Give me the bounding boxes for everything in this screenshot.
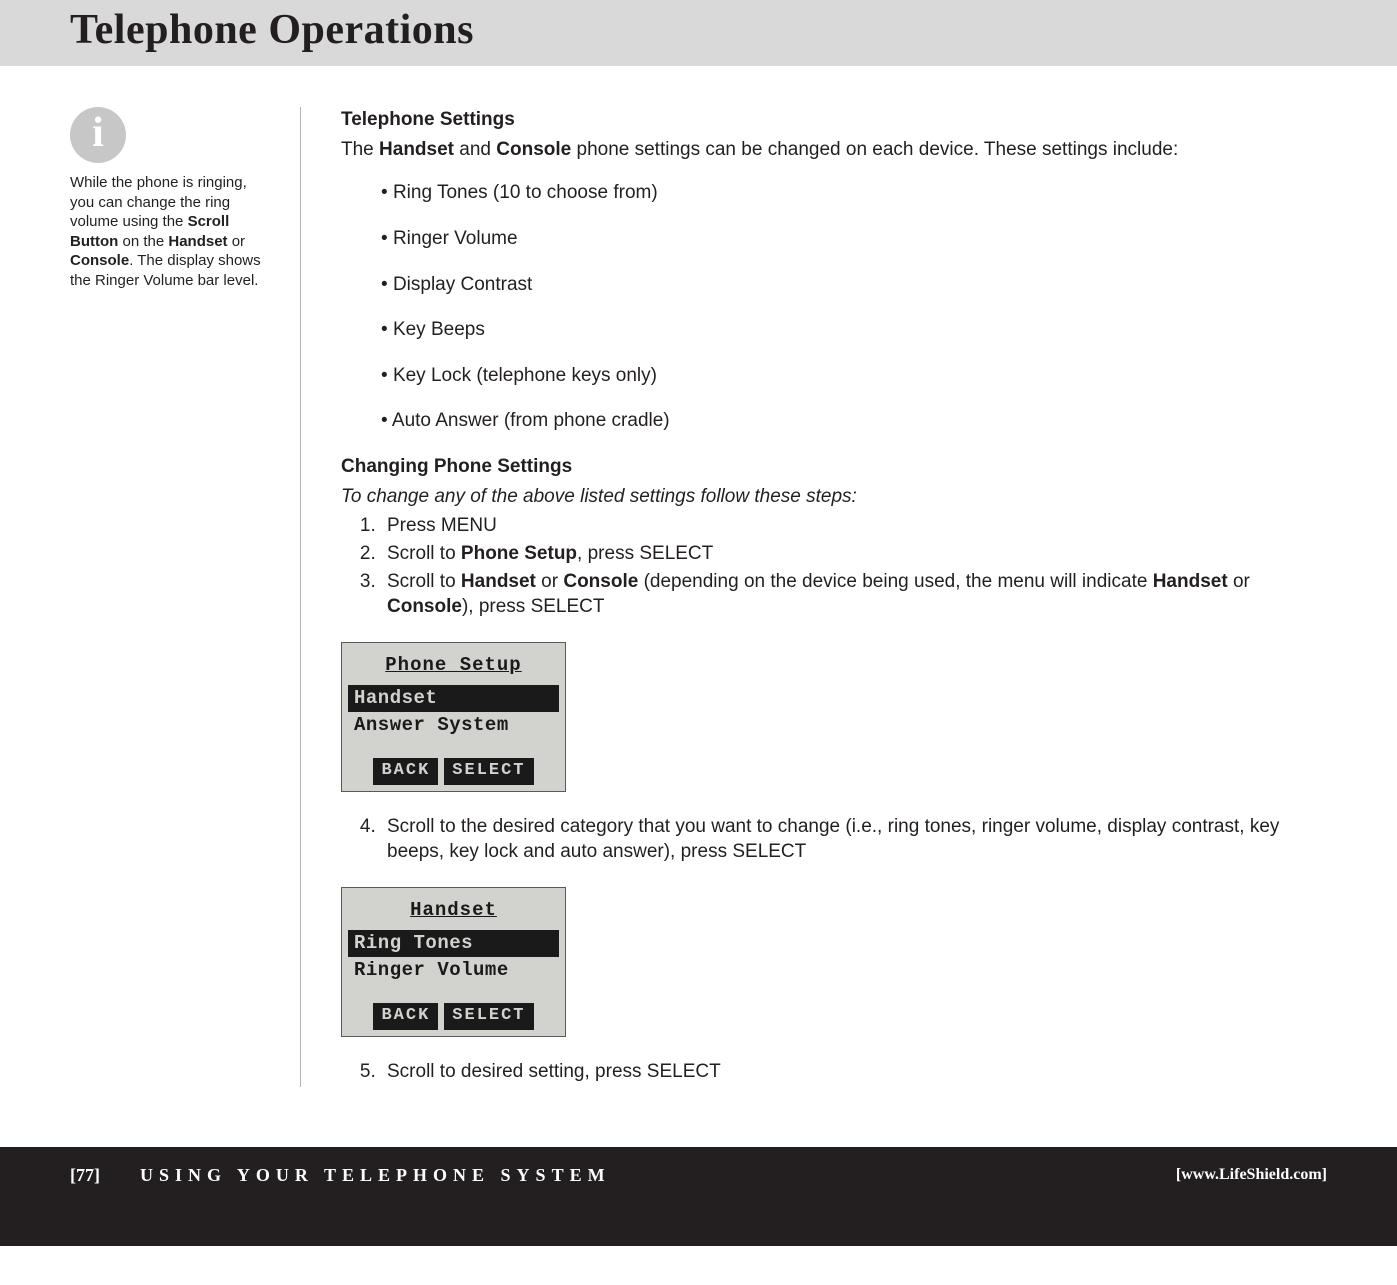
lcd-select-button: SELECT <box>444 758 533 785</box>
settings-bullet-list: Ring Tones (10 to choose from) Ringer Vo… <box>381 180 1327 434</box>
page-body: i While the phone is ringing, you can ch… <box>0 67 1397 1147</box>
step-bold: Phone Setup <box>461 543 577 564</box>
footer-url: [www.LifeShield.com] <box>1176 1166 1327 1184</box>
tip-bold: Handset <box>168 233 227 250</box>
intro-part: The <box>341 139 379 160</box>
step-item: Scroll to Phone Setup, press SELECT <box>381 541 1327 567</box>
intro-bold: Handset <box>379 139 454 160</box>
bullet-item: Display Contrast <box>381 272 1327 298</box>
step-part: ), press SELECT <box>462 596 605 617</box>
step-item: Press MENU <box>381 513 1327 539</box>
step-item: Scroll to desired setting, press SELECT <box>381 1059 1327 1085</box>
intro-part: and <box>454 139 496 160</box>
lcd-select-button: SELECT <box>444 1003 533 1030</box>
lcd-title: Handset <box>348 898 559 924</box>
lcd-softkeys: BACK SELECT <box>348 1003 559 1030</box>
step-part: (depending on the device being used, the… <box>638 571 1152 592</box>
step-item: Scroll to Handset or Console (depending … <box>381 569 1327 620</box>
lcd-row: Ringer Volume <box>348 957 559 985</box>
sidebar-tip: i While the phone is ringing, you can ch… <box>70 107 300 1087</box>
step-part: Scroll to <box>387 543 461 564</box>
tip-text-part: on the <box>118 233 168 250</box>
intro-part: phone settings can be changed on each de… <box>571 139 1178 160</box>
lcd-back-button: BACK <box>373 758 438 785</box>
step-part: or <box>536 571 563 592</box>
steps-list-2: Scroll to the desired category that you … <box>363 814 1327 865</box>
lcd-row-selected: Handset <box>348 685 559 713</box>
settings-heading: Telephone Settings <box>341 107 1327 133</box>
bullet-item: Key Lock (telephone keys only) <box>381 363 1327 389</box>
footer-title: USING YOUR TELEPHONE SYSTEM <box>140 1165 1176 1186</box>
steps-list-3: Scroll to desired setting, press SELECT <box>363 1059 1327 1085</box>
step-item: Scroll to the desired category that you … <box>381 814 1327 865</box>
page-footer: [77] USING YOUR TELEPHONE SYSTEM [www.Li… <box>0 1147 1397 1246</box>
step-bold: Handset <box>1153 571 1228 592</box>
step-bold: Console <box>563 571 638 592</box>
page-header: Telephone Operations <box>0 0 1397 67</box>
lcd-back-button: BACK <box>373 1003 438 1030</box>
changing-lead: To change any of the above listed settin… <box>341 484 1327 510</box>
page-number: [77] <box>70 1165 100 1186</box>
step-part: Scroll to <box>387 571 461 592</box>
lcd-screen-handset: Handset Ring Tones Ringer Volume BACK SE… <box>341 887 566 1037</box>
lcd-row: Answer System <box>348 712 559 740</box>
settings-intro: The Handset and Console phone settings c… <box>341 137 1327 163</box>
bullet-item: Key Beeps <box>381 317 1327 343</box>
bullet-item: Ringer Volume <box>381 226 1327 252</box>
intro-bold: Console <box>496 139 571 160</box>
bullet-item: Ring Tones (10 to choose from) <box>381 180 1327 206</box>
step-bold: Handset <box>461 571 536 592</box>
lcd-title: Phone Setup <box>348 653 559 679</box>
info-icon: i <box>70 107 126 163</box>
step-part: or <box>1228 571 1250 592</box>
lcd-screen-phone-setup: Phone Setup Handset Answer System BACK S… <box>341 642 566 792</box>
bullet-item: Auto Answer (from phone cradle) <box>381 408 1327 434</box>
changing-heading: Changing Phone Settings <box>341 454 1327 480</box>
step-bold: Console <box>387 596 462 617</box>
tip-text: While the phone is ringing, you can chan… <box>70 173 270 290</box>
step-part: , press SELECT <box>577 543 713 564</box>
tip-bold: Console <box>70 252 129 269</box>
lcd-row-selected: Ring Tones <box>348 930 559 958</box>
tip-text-part: or <box>228 233 246 250</box>
vertical-divider <box>300 107 301 1087</box>
main-content: Telephone Settings The Handset and Conso… <box>341 107 1327 1087</box>
lcd-softkeys: BACK SELECT <box>348 758 559 785</box>
page-title: Telephone Operations <box>70 6 1397 54</box>
steps-list-1: Press MENU Scroll to Phone Setup, press … <box>363 513 1327 620</box>
